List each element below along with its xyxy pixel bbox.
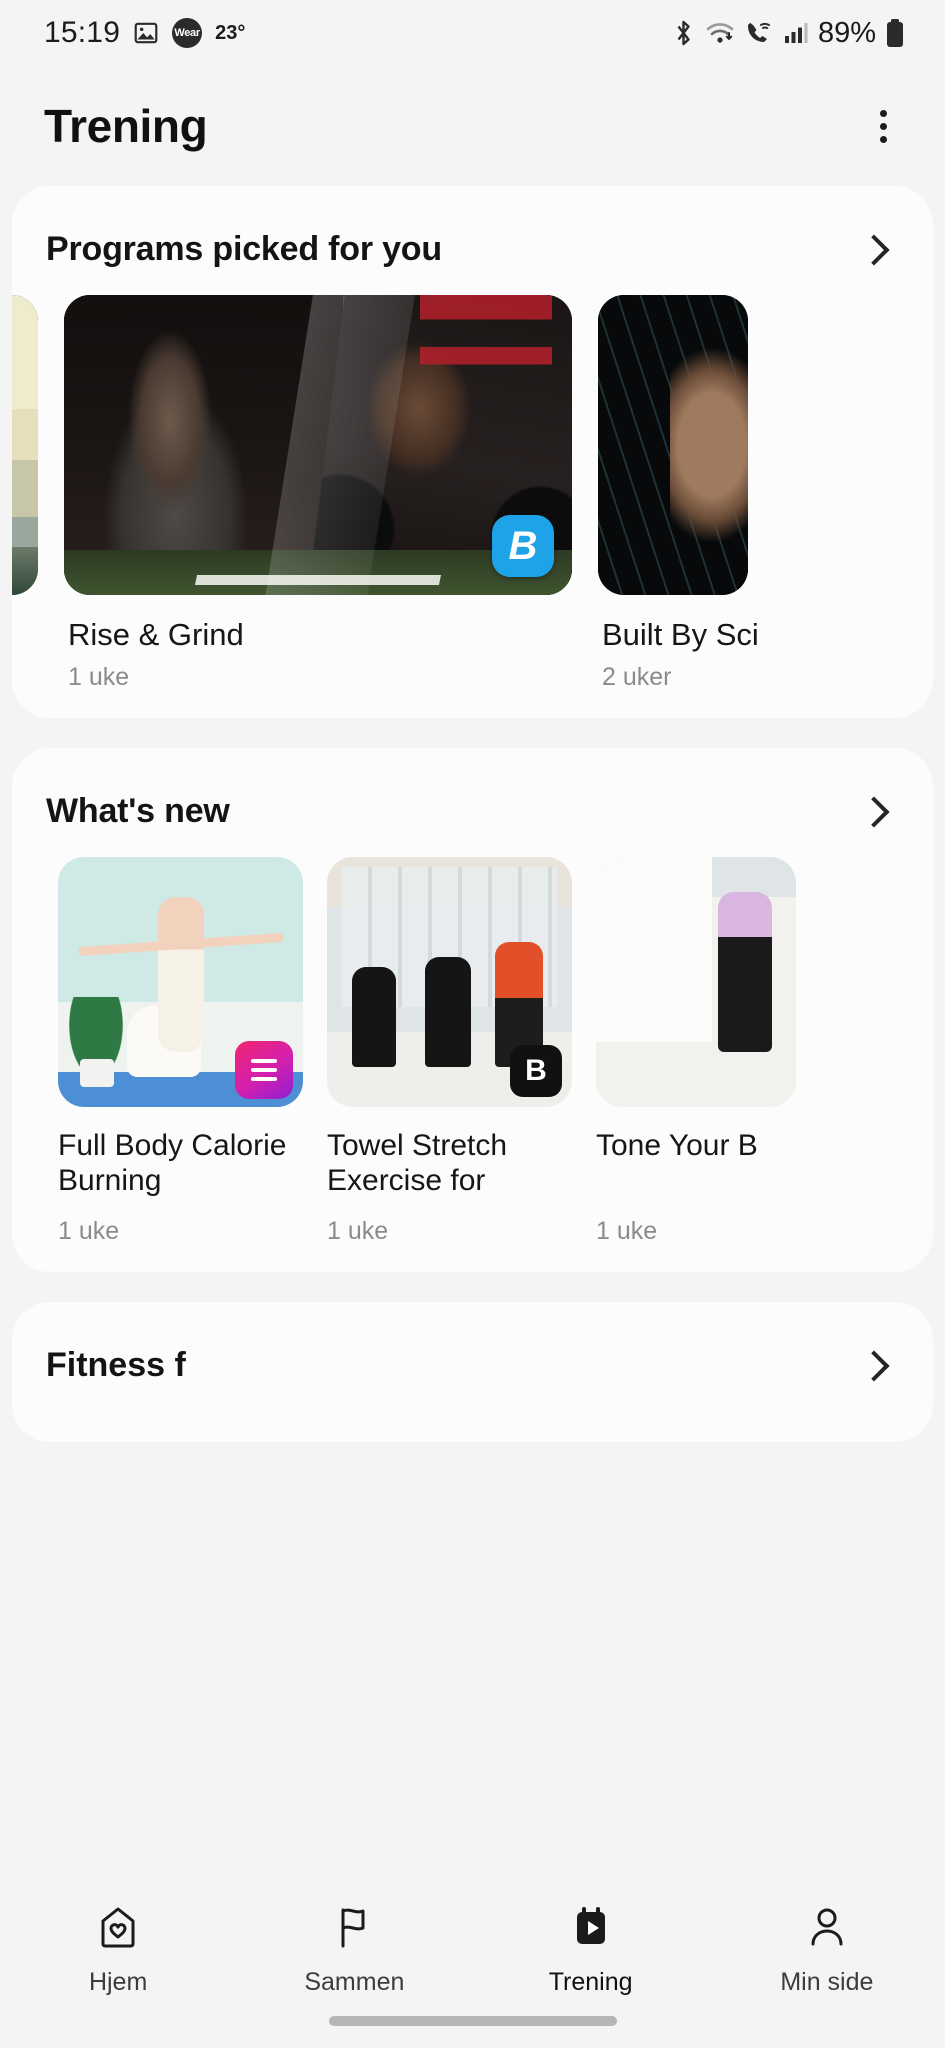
program-thumbnail <box>12 295 38 595</box>
dna-artwork <box>598 295 748 595</box>
fitness-card: Fitness f <box>12 1302 933 1442</box>
workout-thumbnail <box>58 857 303 1107</box>
home-heart-icon <box>92 1902 144 1954</box>
status-bar-right: 89% <box>671 17 905 50</box>
program-meta: Rise & Grind 1 uke <box>64 595 572 692</box>
workout-duration: 1 uke <box>58 1217 120 1245</box>
bluetooth-icon <box>671 19 696 47</box>
nav-item-min-side[interactable]: Min side <box>709 1902 945 1997</box>
programs-section-header[interactable]: Programs picked for you <box>12 194 933 295</box>
fitness-section-header[interactable]: Fitness f <box>12 1310 933 1411</box>
wall-detail <box>596 857 712 1042</box>
more-options-icon[interactable] <box>864 96 903 157</box>
pink-lines-icon <box>235 1041 293 1099</box>
bottom-navigation: Hjem Sammen Trening Min side <box>0 1884 945 2048</box>
image-icon <box>133 20 159 46</box>
whats-new-section-header[interactable]: What's new <box>12 756 933 857</box>
person-detail <box>351 967 396 1067</box>
bodybuilding-b-icon: B <box>492 515 554 577</box>
status-bar-left: 15:19 Wear 23° <box>44 16 245 50</box>
program-card[interactable] <box>12 295 38 692</box>
cellular-signal-icon <box>783 20 809 46</box>
programs-section-title: Programs picked for you <box>46 230 442 268</box>
nav-label: Hjem <box>88 1968 148 1996</box>
program-meta <box>12 595 38 617</box>
whats-new-section-title: What's new <box>46 792 230 830</box>
flag-icon <box>328 1902 380 1954</box>
program-card[interactable]: B Rise & Grind 1 uke <box>64 295 572 692</box>
list-item[interactable]: Tone Your B 1 uke <box>596 857 796 1246</box>
beach-artwork <box>12 295 38 595</box>
pot-detail <box>80 1059 115 1087</box>
workout-play-icon <box>565 1902 617 1954</box>
workout-duration: 1 uke <box>596 1217 658 1245</box>
wear-badge-icon: Wear <box>172 18 203 48</box>
person-detail <box>425 957 471 1067</box>
page-title: Trening <box>44 100 208 152</box>
person-detail <box>718 892 772 1052</box>
program-thumbnail <box>598 295 748 595</box>
nav-item-hjem[interactable]: Hjem <box>0 1902 236 1997</box>
list-item[interactable]: B Towel Stretch Exercise for Post… 1 uke <box>327 857 572 1246</box>
nav-item-sammen[interactable]: Sammen <box>236 1902 472 1997</box>
clock: 15:19 <box>44 16 121 49</box>
person-detail <box>157 897 204 1052</box>
content-scroll-area[interactable]: Programs picked for you B Rise & Grind 1… <box>0 186 945 1884</box>
chevron-right-icon[interactable] <box>858 233 890 266</box>
program-name: Built By Sci <box>602 617 759 652</box>
whats-new-card: What's new Full Body Calorie Burning 1 u… <box>12 748 933 1272</box>
workout-thumbnail <box>596 857 796 1107</box>
black-b-icon: B <box>510 1045 562 1097</box>
workout-duration: 1 uke <box>327 1217 389 1245</box>
wifi-icon <box>705 19 735 47</box>
nav-label: Sammen <box>304 1968 405 1996</box>
fitness-section-title: Fitness f <box>46 1346 186 1384</box>
rack-detail <box>419 295 552 469</box>
person-icon <box>801 1902 853 1954</box>
chevron-right-icon[interactable] <box>858 1349 890 1382</box>
nav-label: Trening <box>548 1968 633 1996</box>
nav-label: Min side <box>780 1968 874 1996</box>
app-header: Trening <box>0 66 945 186</box>
workout-thumbnail: B <box>327 857 572 1107</box>
status-bar: 15:19 Wear 23° 89% <box>0 0 945 66</box>
nav-item-trening[interactable]: Trening <box>473 1902 709 1997</box>
workout-title: Towel Stretch Exercise for Post… <box>327 1129 508 1201</box>
program-meta: Built By Sci 2 uker <box>598 595 763 692</box>
program-duration: 1 uke <box>68 663 130 691</box>
chevron-right-icon[interactable] <box>858 795 890 828</box>
program-name: Rise & Grind <box>68 617 244 652</box>
list-item[interactable]: Full Body Calorie Burning Exercises… 1 u… <box>58 857 303 1246</box>
temperature-label: 23° <box>215 21 246 44</box>
workout-title: Full Body Calorie Burning Exercises… <box>58 1129 287 1201</box>
call-wifi-icon <box>744 19 774 47</box>
whats-new-carousel[interactable]: Full Body Calorie Burning Exercises… 1 u… <box>12 857 933 1246</box>
tone-artwork <box>596 857 796 1107</box>
workout-title: Tone Your B <box>596 1129 758 1162</box>
program-card[interactable]: Built By Sci 2 uker <box>598 295 763 692</box>
programs-carousel[interactable]: B Rise & Grind 1 uke Built By Sci 2 uker <box>12 295 933 692</box>
program-thumbnail: B <box>64 295 572 595</box>
programs-card: Programs picked for you B Rise & Grind 1… <box>12 186 933 718</box>
battery-icon <box>885 18 905 48</box>
phone-screen: 15:19 Wear 23° 89% Trening Programs pick… <box>0 0 945 2048</box>
program-duration: 2 uker <box>602 663 672 691</box>
gesture-home-bar[interactable] <box>328 2016 617 2026</box>
battery-percent-label: 89% <box>817 16 876 49</box>
